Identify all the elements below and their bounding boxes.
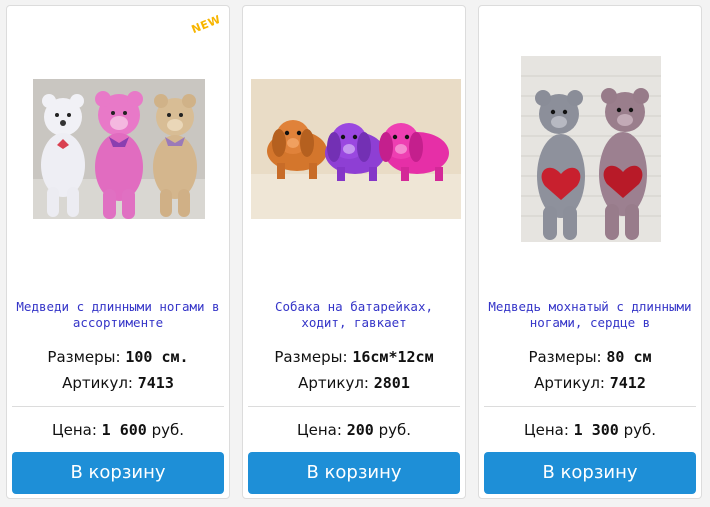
product-article: Артикул: 2801: [243, 374, 465, 392]
product-title-link[interactable]: Медведь мохнатый с длинными ногами, серд…: [485, 299, 695, 333]
product-title-link[interactable]: Собака на батарейках, ходит, гавкает: [249, 299, 459, 333]
price-currency: руб.: [623, 421, 657, 439]
product-article: Артикул: 7413: [7, 374, 229, 392]
price-value: 200: [346, 421, 374, 439]
product-card: Собака на батарейках, ходит, гавкает Раз…: [242, 5, 466, 499]
product-article: Артикул: 7412: [479, 374, 701, 392]
price-label: Цена:: [523, 421, 569, 439]
price-label: Цена:: [296, 421, 342, 439]
divider: [12, 406, 224, 407]
product-image-bears[interactable]: [33, 79, 205, 219]
price-currency: руб.: [378, 421, 411, 439]
price-currency: руб.: [151, 421, 185, 439]
size-label: Размеры:: [47, 348, 121, 366]
new-badge: NEW: [189, 12, 223, 37]
size-value: 100 см.: [125, 348, 189, 366]
add-to-cart-button[interactable]: В корзину: [484, 452, 696, 494]
product-size: Размеры: 16см*12см: [243, 348, 465, 366]
price-value: 1 300: [573, 421, 619, 439]
add-to-cart-button[interactable]: В корзину: [12, 452, 224, 494]
article-label: Артикул:: [534, 374, 605, 392]
add-to-cart-button[interactable]: В корзину: [248, 452, 460, 494]
product-image-dogs[interactable]: [251, 79, 461, 219]
product-image-shaggy-bears[interactable]: [521, 56, 661, 242]
product-card: Медведь мохнатый с длинными ногами, серд…: [478, 5, 702, 499]
article-value: 2801: [373, 374, 410, 392]
product-price: Цена: 1 600 руб.: [7, 421, 229, 439]
article-value: 7412: [609, 374, 646, 392]
size-label: Размеры:: [274, 348, 348, 366]
article-label: Артикул:: [298, 374, 369, 392]
product-size: Размеры: 100 см.: [7, 348, 229, 366]
article-value: 7413: [137, 374, 174, 392]
article-label: Артикул:: [62, 374, 133, 392]
price-label: Цена:: [51, 421, 97, 439]
size-value: 16см*12см: [352, 348, 434, 366]
size-value: 80 см: [606, 348, 652, 366]
product-price: Цена: 200 руб.: [243, 421, 465, 439]
product-card: NEW Медведи с длинными ногами в ассортим…: [6, 5, 230, 499]
divider: [484, 406, 696, 407]
price-value: 1 600: [101, 421, 147, 439]
product-grid: NEW Медведи с длинными ногами в ассортим…: [6, 5, 704, 503]
product-title-link[interactable]: Медведи с длинными ногами в ассортименте: [13, 299, 223, 333]
size-label: Размеры:: [528, 348, 602, 366]
product-size: Размеры: 80 см: [479, 348, 701, 366]
divider: [248, 406, 460, 407]
product-price: Цена: 1 300 руб.: [479, 421, 701, 439]
